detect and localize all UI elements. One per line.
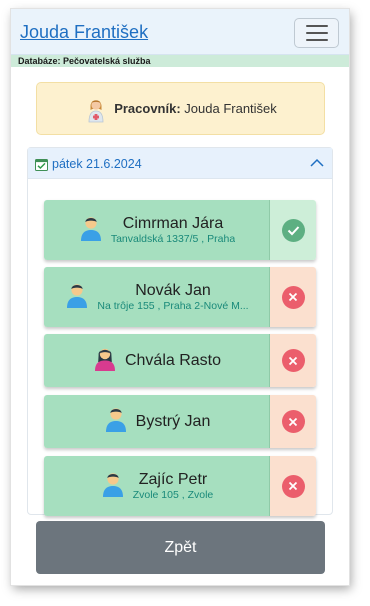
client-text: Bystrý Jan <box>136 412 211 431</box>
hamburger-icon-line <box>305 39 328 41</box>
male-client-icon <box>80 216 101 241</box>
hamburger-icon <box>305 25 328 27</box>
visit-status-done-button[interactable] <box>270 200 316 260</box>
visit-client-button[interactable]: Chvála Rasto <box>44 334 270 387</box>
visit-client-button[interactable]: Bystrý Jan <box>44 395 270 448</box>
visit-row[interactable]: Zajíc Petr Zvole 105 , Zvole <box>44 456 316 516</box>
worker-card: Pracovník: Jouda František <box>36 82 325 135</box>
database-bar: Databáze: Pečovatelská služba <box>11 55 349 67</box>
worker-name: Jouda František <box>184 101 277 116</box>
client-info: Chvála Rasto <box>44 334 270 387</box>
visit-status-missed-button[interactable] <box>270 456 316 516</box>
app-title-link[interactable]: Jouda František <box>20 22 148 43</box>
client-info: Bystrý Jan <box>44 395 270 448</box>
client-address: Tanvaldská 1337/5 , Praha <box>110 233 236 245</box>
client-text: Chvála Rasto <box>125 351 221 370</box>
back-button[interactable]: Zpět <box>36 521 325 574</box>
day-date-label: pátek 21.6.2024 <box>52 157 142 171</box>
visit-row[interactable]: Bystrý Jan <box>44 395 316 448</box>
close-icon <box>281 285 305 309</box>
client-name: Bystrý Jan <box>135 413 211 430</box>
male-client-icon <box>105 408 126 432</box>
client-info: Cimrman Jára Tanvaldská 1337/5 , Praha <box>44 200 270 260</box>
visit-client-button[interactable]: Novák Jan Na trôje 155 , Praha 2-Nové M..… <box>44 267 270 327</box>
menu-toggle-button[interactable] <box>294 18 339 48</box>
hamburger-icon-line <box>305 32 328 34</box>
client-text: Zajíc Petr Zvole 105 , Zvole <box>133 470 214 502</box>
visit-row[interactable]: Chvála Rasto <box>44 334 316 387</box>
day-panel-header[interactable]: pátek 21.6.2024 <box>28 148 332 179</box>
female-client-icon <box>94 348 115 371</box>
client-info: Novák Jan Na trôje 155 , Praha 2-Nové M..… <box>44 267 270 327</box>
nurse-avatar-icon <box>88 99 104 122</box>
male-client-icon <box>104 406 128 437</box>
client-name: Zajíc Petr <box>138 471 208 488</box>
male-client-icon <box>101 471 125 502</box>
close-icon <box>281 410 305 433</box>
client-address: Na trôje 155 , Praha 2-Nové M... <box>97 300 249 312</box>
client-address: Zvole 105 , Zvole <box>132 489 214 501</box>
day-panel: pátek 21.6.2024 Cimrman Jára Tanvaldská 1… <box>27 147 333 516</box>
client-name: Novák Jan <box>135 282 211 299</box>
worker-label: Pracovník: <box>114 101 181 116</box>
visit-client-button[interactable]: Zajíc Petr Zvole 105 , Zvole <box>44 456 270 516</box>
male-client-icon <box>65 282 89 313</box>
visit-client-button[interactable]: Cimrman Jára Tanvaldská 1337/5 , Praha <box>44 200 270 260</box>
chevron-up-icon[interactable] <box>310 158 324 168</box>
female-client-icon <box>93 345 117 376</box>
male-client-icon <box>67 283 88 308</box>
calendar-check-icon <box>35 159 48 171</box>
client-name: Cimrman Jára <box>122 215 224 232</box>
visit-row[interactable]: Cimrman Jára Tanvaldská 1337/5 , Praha <box>44 200 316 260</box>
close-icon <box>281 474 305 498</box>
client-text: Novák Jan Na trôje 155 , Praha 2-Nové M..… <box>97 281 248 313</box>
top-navbar: Jouda František <box>11 9 349 55</box>
visit-status-missed-button[interactable] <box>270 267 316 327</box>
check-icon <box>281 218 305 242</box>
client-text: Cimrman Jára Tanvaldská 1337/5 , Praha <box>111 214 235 246</box>
client-name: Chvála Rasto <box>124 352 222 369</box>
app-window: Jouda František Databáze: Pečovatelská s… <box>11 9 349 585</box>
male-client-icon <box>102 472 123 497</box>
visit-status-missed-button[interactable] <box>270 334 316 387</box>
male-client-icon <box>79 215 103 246</box>
visit-status-missed-button[interactable] <box>270 395 316 448</box>
client-info: Zajíc Petr Zvole 105 , Zvole <box>44 456 270 516</box>
worker-text: Pracovník: Jouda František <box>114 101 277 116</box>
visit-row[interactable]: Novák Jan Na trôje 155 , Praha 2-Nové M..… <box>44 267 316 327</box>
close-icon <box>281 349 305 372</box>
